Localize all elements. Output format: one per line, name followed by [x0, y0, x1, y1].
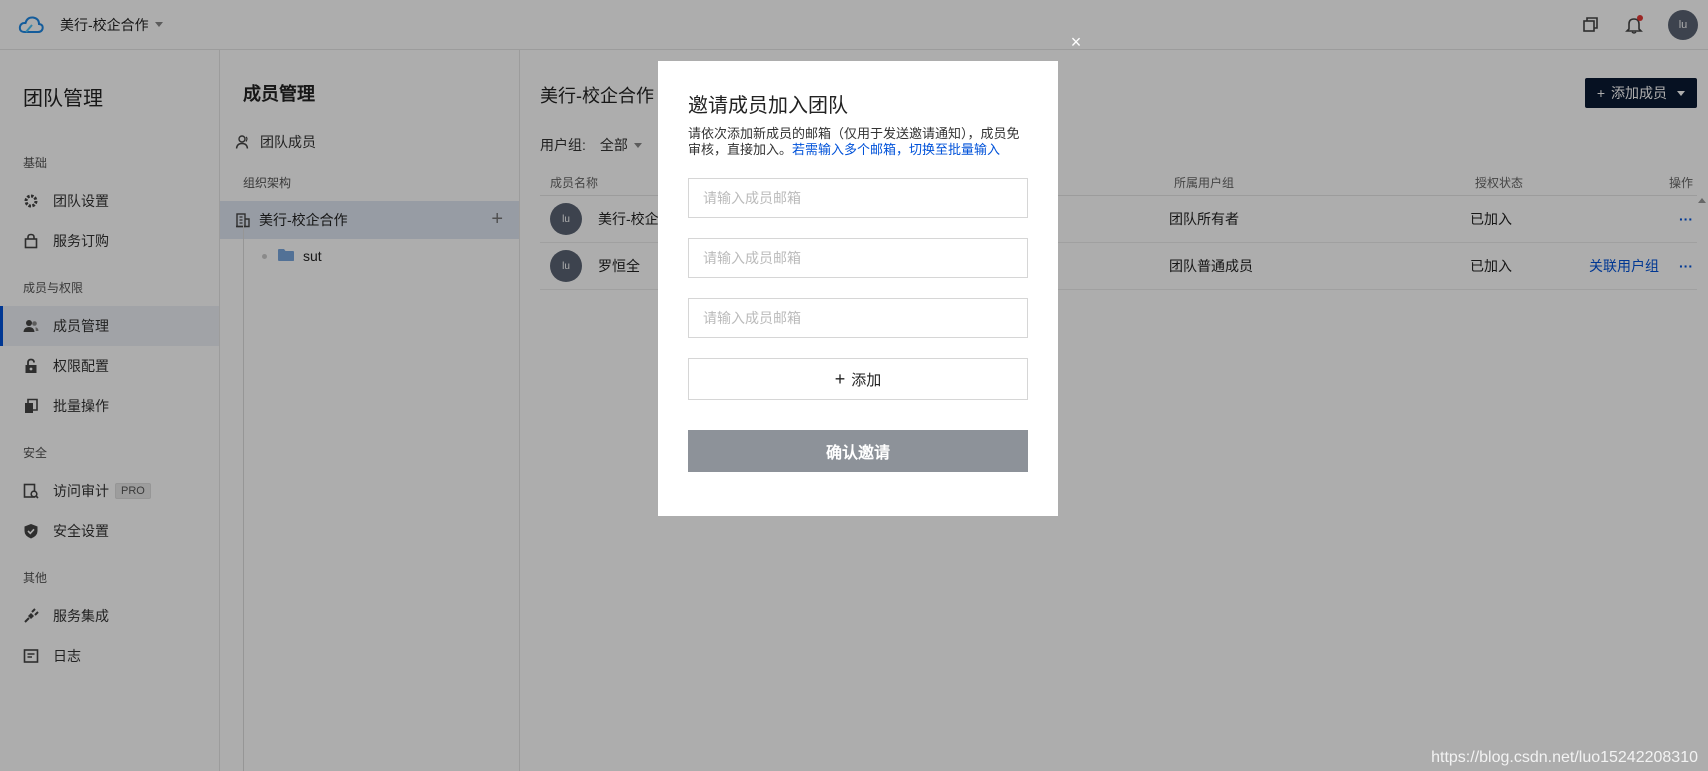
email-field[interactable] — [688, 298, 1028, 338]
watermark: https://blog.csdn.net/luo15242208310 — [1431, 749, 1698, 766]
email-field[interactable] — [688, 178, 1028, 218]
add-email-label: 添加 — [851, 371, 882, 389]
confirm-invite-button[interactable]: 确认邀请 — [688, 430, 1028, 472]
modal-title: 邀请成员加入团队 — [688, 95, 848, 117]
plus-icon: + — [834, 368, 846, 389]
add-email-button[interactable]: + 添加 — [688, 358, 1028, 400]
invite-modal: 邀请成员加入团队 请依次添加新成员的邮箱（仅用于发送邀请通知），成员免审核，直接… — [658, 61, 1058, 516]
modal-description: 请依次添加新成员的邮箱（仅用于发送邀请通知），成员免审核，直接加入。若需输入多个… — [688, 126, 1028, 158]
close-icon[interactable]: × — [1068, 33, 1084, 51]
email-field[interactable] — [688, 238, 1028, 278]
batch-input-link[interactable]: 若需输入多个邮箱，切换至批量输入 — [792, 142, 1000, 157]
